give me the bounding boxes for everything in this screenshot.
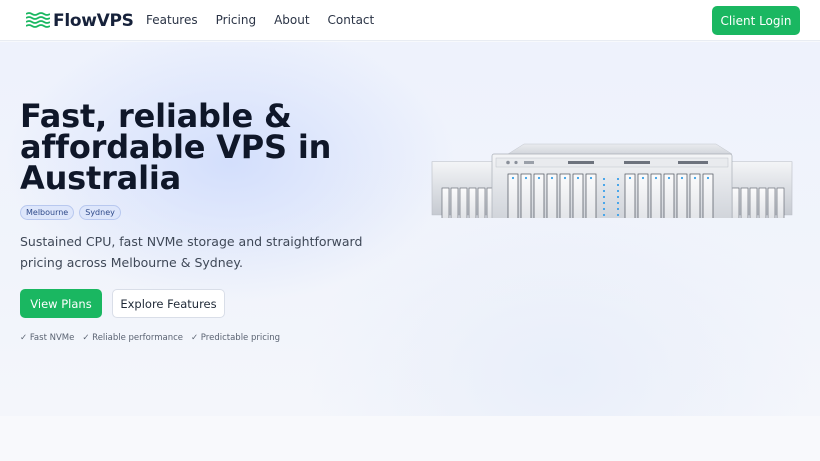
feature-list: ✓ Fast NVMe ✓ Reliable performance ✓ Pre…	[20, 333, 280, 343]
nav-contact[interactable]: Contact	[328, 13, 375, 27]
explore-features-button[interactable]: Explore Features	[112, 289, 225, 318]
hero-description: Sustained CPU, fast NVMe storage and str…	[20, 234, 363, 270]
site-header: FlowVPS Features Pricing About Contact C…	[0, 0, 820, 41]
feature-fast-nvme: ✓ Fast NVMe	[20, 333, 75, 343]
hero-title: Fast, reliable & affordable VPS in Austr…	[20, 97, 332, 197]
main-nav: Features Pricing About Contact	[146, 13, 392, 27]
location-tags: Melbourne Sydney	[20, 205, 121, 220]
feature-predictable-pricing: ✓ Predictable pricing	[190, 333, 281, 343]
nav-pricing[interactable]: Pricing	[216, 13, 256, 27]
brand-name: FlowVPS	[53, 11, 134, 31]
client-login-button[interactable]: Client Login	[712, 6, 800, 35]
brand-logo[interactable]: FlowVPS	[26, 11, 134, 31]
tag-melbourne: Melbourne	[20, 205, 75, 220]
server-rack-image	[431, 143, 793, 218]
nav-about[interactable]: About	[274, 13, 309, 27]
view-plans-button[interactable]: View Plans	[20, 289, 102, 318]
waves-logo-icon	[26, 12, 50, 28]
feature-reliable-performance: ✓ Reliable performance	[82, 333, 183, 343]
nav-features[interactable]: Features	[146, 13, 198, 27]
hero-section: Fast, reliable & affordable VPS in Austr…	[0, 42, 820, 416]
tag-sydney: Sydney	[79, 205, 121, 220]
page-section-below	[0, 416, 820, 461]
